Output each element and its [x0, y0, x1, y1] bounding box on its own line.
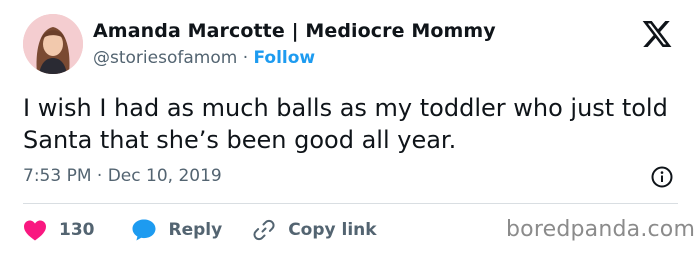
like-button[interactable]: 130 — [23, 219, 95, 241]
divider — [23, 203, 678, 204]
heart-icon — [24, 220, 46, 241]
reply-label: Reply — [168, 220, 223, 240]
avatar-photo — [23, 14, 83, 74]
copy-link-button[interactable]: Copy link — [252, 218, 377, 242]
reply-button[interactable]: Reply — [131, 218, 223, 242]
tweet-time: 7:53 PM — [23, 166, 92, 186]
like-count: 130 — [59, 220, 95, 240]
tweet-timestamp[interactable]: 7:53 PM · Dec 10, 2019 — [23, 166, 222, 186]
author-handle-row: @storiesofamom · Follow — [93, 48, 315, 68]
tweet-card: Amanda Marcotte | Mediocre Mommy @storie… — [0, 0, 700, 256]
handle-separator: · — [242, 48, 254, 68]
chat-bubble-icon — [132, 219, 155, 241]
author-handle[interactable]: @storiesofamom — [93, 48, 237, 68]
tweet-date: Dec 10, 2019 — [107, 166, 222, 186]
avatar[interactable] — [23, 14, 83, 74]
timestamp-separator: · — [96, 166, 108, 186]
info-icon[interactable] — [650, 165, 674, 189]
action-bar: 130 Reply Copy link — [23, 216, 377, 244]
watermark: boredpanda.com — [506, 217, 696, 242]
follow-button[interactable]: Follow — [254, 48, 316, 68]
tweet-text: I wish I had as much balls as my toddler… — [23, 94, 668, 154]
x-logo-icon[interactable] — [641, 18, 673, 50]
author-display-name[interactable]: Amanda Marcotte | Mediocre Mommy — [93, 20, 496, 42]
author-name-row: Amanda Marcotte | Mediocre Mommy — [93, 20, 496, 42]
copy-link-label: Copy link — [288, 220, 377, 240]
link-icon — [253, 219, 275, 241]
